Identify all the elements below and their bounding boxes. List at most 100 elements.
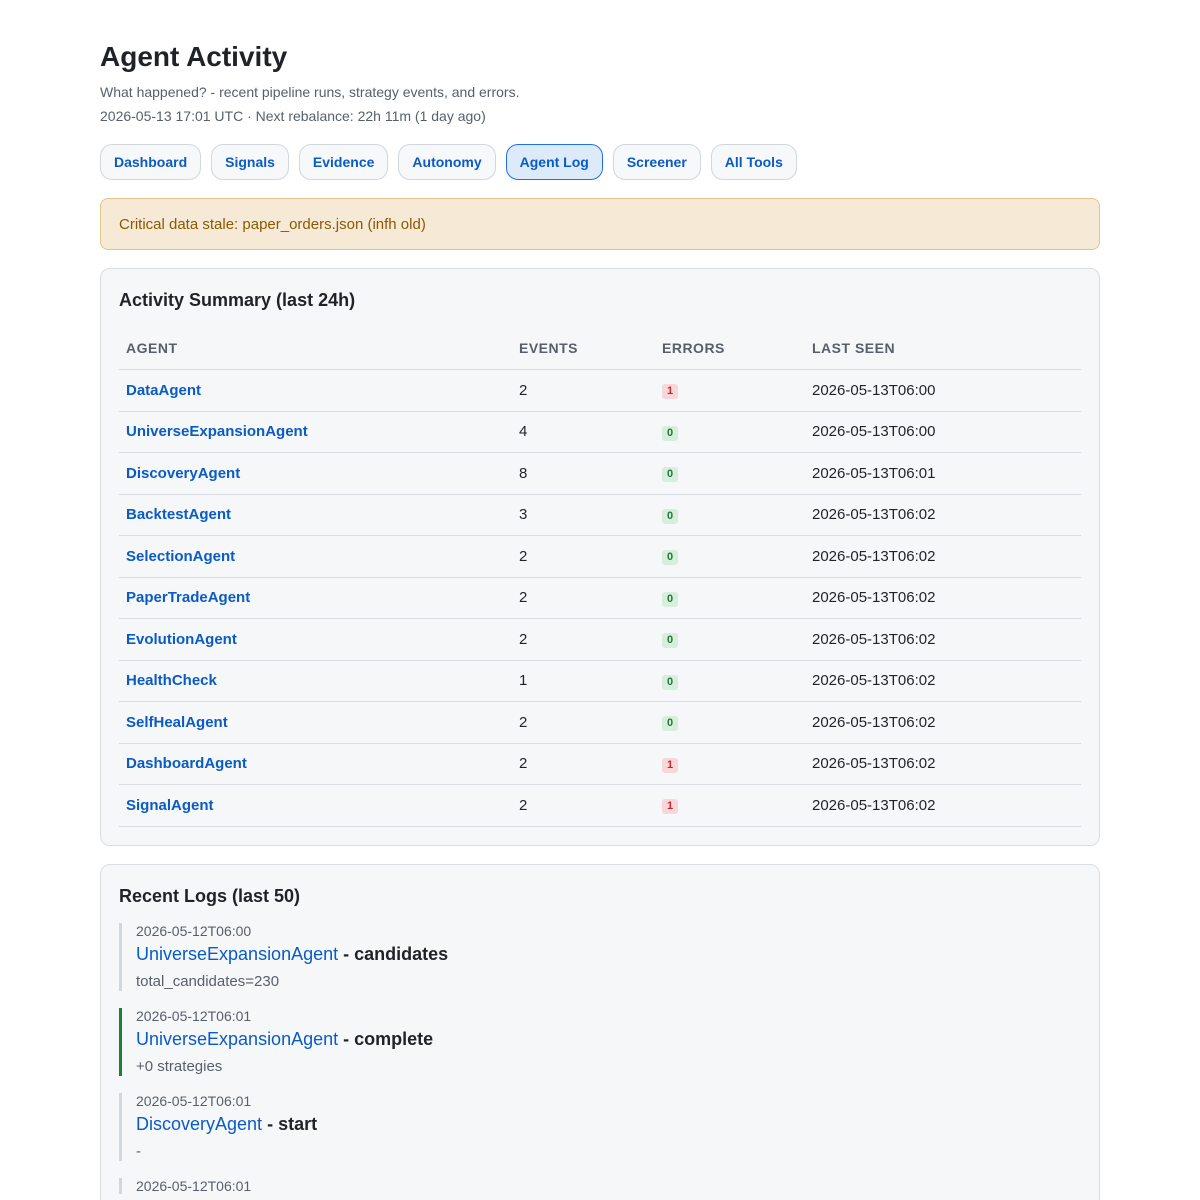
agent-link[interactable]: UniverseExpansionAgent — [126, 423, 308, 440]
agent-cell: PaperTradeAgent — [119, 577, 512, 619]
agent-cell: SelfHealAgent — [119, 701, 512, 744]
column-header-events: EVENTS — [512, 327, 655, 370]
errors-cell: 0 — [655, 701, 805, 744]
log-timestamp: 2026-05-12T06:00 — [136, 922, 252, 939]
alert-text: Critical data stale: paper_orders.json (… — [119, 215, 426, 233]
activity-summary-title: Activity Summary (last 24h) — [119, 290, 356, 310]
table-row: SignalAgent 2 1 2026-05-13T06:02 — [119, 784, 1081, 827]
page-meta: 2026-05-13 17:01 UTC · Next rebalance: 2… — [100, 108, 486, 124]
events-cell: 2 — [512, 369, 655, 412]
agent-link[interactable]: SignalAgent — [126, 797, 214, 814]
table-row: DiscoveryAgent 8 0 2026-05-13T06:01 — [119, 452, 1081, 495]
error-count-badge: 0 — [662, 550, 679, 566]
agent-cell: SignalAgent — [119, 784, 512, 827]
log-timestamp: 2026-05-12T06:01 — [136, 1007, 252, 1024]
error-count-badge: 0 — [662, 633, 679, 649]
agent-link[interactable]: HealthCheck — [126, 672, 217, 689]
error-count-badge: 0 — [662, 425, 679, 441]
last-seen-cell: 2026-05-13T06:02 — [805, 701, 1081, 744]
table-row: HealthCheck 1 0 2026-05-13T06:02 — [119, 660, 1081, 702]
events-cell: 1 — [512, 660, 655, 702]
log-entry: 2026-05-12T06:01 DiscoveryAgent - start - — [119, 1092, 1081, 1161]
errors-cell: 0 — [655, 411, 805, 453]
nav-agent-log-button[interactable]: Agent Log — [505, 144, 603, 180]
events-cell: 3 — [512, 494, 655, 536]
events-cell: 2 — [512, 618, 655, 661]
page-title: Agent Activity — [100, 41, 288, 72]
log-agent-link[interactable]: UniverseExpansionAgent — [136, 944, 338, 964]
activity-summary-card: Activity Summary (last 24h) AGENT EVENTS… — [100, 268, 1100, 846]
error-count-badge: 0 — [662, 674, 679, 690]
table-row: SelectionAgent 2 0 2026-05-13T06:02 — [119, 535, 1081, 578]
log-separator: - — [338, 1028, 355, 1049]
log-detail: total_candidates=230 — [136, 972, 280, 990]
events-cell: 2 — [512, 701, 655, 744]
agent-link[interactable]: PaperTradeAgent — [126, 589, 250, 606]
nav-screener-button[interactable]: Screener — [612, 144, 701, 180]
events-cell: 2 — [512, 743, 655, 785]
recent-logs-card: Recent Logs (last 50) 2026-05-12T06:00 Un… — [100, 863, 1100, 1200]
log-entry: 2026-05-12T06:00 UniverseExpansionAgent -… — [119, 922, 1081, 991]
table-row: DataAgent 2 1 2026-05-13T06:00 — [119, 369, 1081, 412]
agent-link[interactable]: SelfHealAgent — [126, 714, 228, 731]
agent-link[interactable]: DiscoveryAgent — [126, 465, 240, 482]
agent-link[interactable]: EvolutionAgent — [126, 631, 237, 648]
error-count-badge: 0 — [662, 591, 679, 607]
page-subtitle: What happened? - recent pipeline runs, s… — [100, 84, 520, 100]
agent-activity-page: Agent Activity What happened? - recent p… — [100, 0, 1100, 1200]
errors-cell: 0 — [655, 660, 805, 702]
events-cell: 2 — [512, 784, 655, 827]
error-count-badge: 0 — [662, 467, 679, 483]
agent-cell: SelectionAgent — [119, 535, 512, 578]
agent-link[interactable]: BacktestAgent — [126, 506, 231, 523]
table-row: UniverseExpansionAgent 4 0 2026-05-13T06:00 — [119, 411, 1081, 453]
agent-cell: UniverseExpansionAgent — [119, 411, 512, 453]
last-seen-cell: 2026-05-13T06:02 — [805, 743, 1081, 785]
log-list: 2026-05-12T06:00 UniverseExpansionAgent -… — [119, 922, 1081, 1194]
log-agent-link[interactable]: UniverseExpansionAgent — [136, 1029, 338, 1049]
last-seen-cell: 2026-05-13T06:02 — [805, 535, 1081, 578]
errors-cell: 0 — [655, 577, 805, 619]
table-row: SelfHealAgent 2 0 2026-05-13T06:02 — [119, 701, 1081, 744]
errors-cell: 1 — [655, 743, 805, 785]
last-seen-cell: 2026-05-13T06:02 — [805, 618, 1081, 661]
log-entry: 2026-05-12T06:01 — [119, 1177, 1081, 1194]
agent-link[interactable]: DashboardAgent — [126, 755, 247, 772]
log-agent-link[interactable]: DiscoveryAgent — [136, 1114, 262, 1134]
log-entry: 2026-05-12T06:01 UniverseExpansionAgent -… — [119, 1007, 1081, 1076]
log-heading: UniverseExpansionAgent - complete — [136, 1026, 1081, 1052]
events-cell: 2 — [512, 577, 655, 619]
table-header-row: AGENT EVENTS ERRORS LAST SEEN — [119, 327, 1081, 370]
last-seen-cell: 2026-05-13T06:02 — [805, 494, 1081, 536]
column-header-errors: ERRORS — [655, 327, 805, 370]
recent-logs-title: Recent Logs (last 50) — [119, 885, 301, 906]
last-seen-cell: 2026-05-13T06:02 — [805, 784, 1081, 827]
log-event-name: candidates — [354, 943, 449, 964]
log-timestamp: 2026-05-12T06:01 — [136, 1092, 252, 1109]
last-seen-cell: 2026-05-13T06:02 — [805, 577, 1081, 619]
events-cell: 4 — [512, 411, 655, 453]
error-count-badge: 0 — [662, 508, 679, 524]
column-header-last-seen: LAST SEEN — [805, 327, 1081, 370]
activity-summary-body: DataAgent 2 1 2026-05-13T06:00 UniverseExpan… — [119, 369, 1081, 827]
agent-link[interactable]: SelectionAgent — [126, 548, 235, 565]
nav-dashboard-button[interactable]: Dashboard — [100, 144, 202, 180]
events-cell: 2 — [512, 535, 655, 578]
agent-link[interactable]: DataAgent — [126, 382, 201, 399]
error-count-badge: 1 — [662, 799, 679, 815]
log-detail: - — [136, 1142, 141, 1160]
nav-evidence-button[interactable]: Evidence — [298, 144, 389, 180]
log-timestamp: 2026-05-12T06:01 — [136, 1177, 252, 1194]
error-count-badge: 1 — [662, 757, 679, 773]
agent-cell: EvolutionAgent — [119, 618, 512, 661]
table-row: DashboardAgent 2 1 2026-05-13T06:02 — [119, 743, 1081, 785]
log-heading: DiscoveryAgent - start — [136, 1111, 1081, 1137]
agent-cell: BacktestAgent — [119, 494, 512, 536]
nav-signals-button[interactable]: Signals — [211, 144, 289, 180]
log-event-name: start — [278, 1113, 318, 1134]
nav-all-tools-button[interactable]: All Tools — [710, 144, 797, 180]
nav-autonomy-button[interactable]: Autonomy — [398, 144, 496, 180]
log-detail: +0 strategies — [136, 1057, 223, 1075]
nav-bar: Dashboard Signals Evidence Autonomy Agent Lo… — [100, 144, 1100, 180]
last-seen-cell: 2026-05-13T06:02 — [805, 660, 1081, 702]
